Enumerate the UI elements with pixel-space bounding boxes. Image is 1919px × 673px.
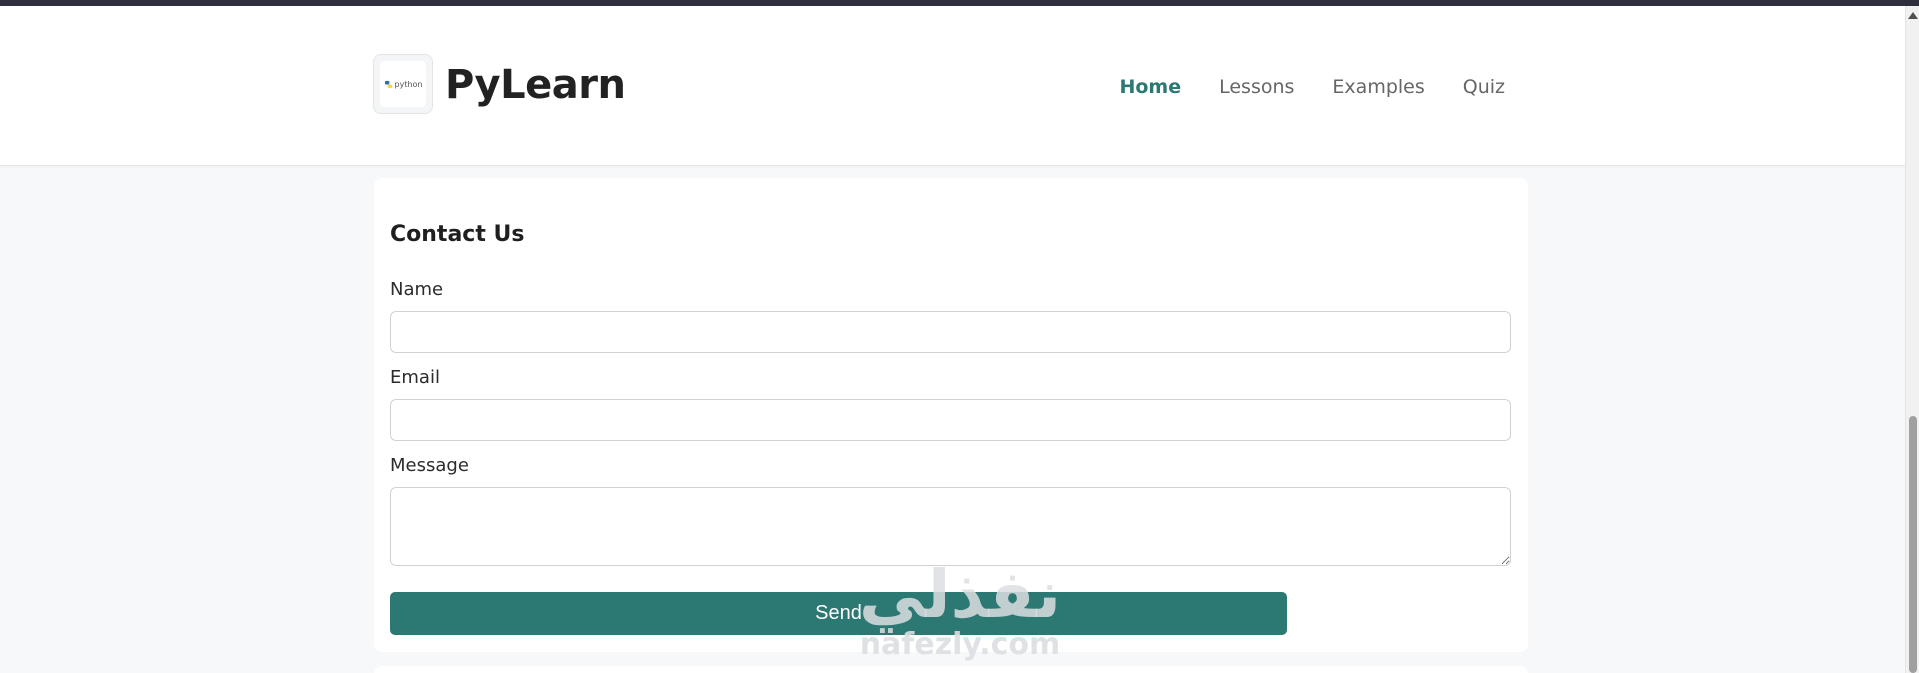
python-snake-icon — [384, 80, 392, 88]
email-input[interactable] — [390, 399, 1511, 441]
scroll-up-arrow-icon[interactable] — [1908, 12, 1918, 19]
nav-quiz[interactable]: Quiz — [1463, 76, 1505, 98]
nav-examples[interactable]: Examples — [1332, 76, 1424, 98]
contact-card: Contact Us Name Email Message Send — [374, 178, 1528, 652]
message-textarea[interactable] — [390, 487, 1511, 566]
site-logo[interactable]: python — [373, 54, 433, 114]
nav-lessons[interactable]: Lessons — [1219, 76, 1294, 98]
main-nav: Home Lessons Examples Quiz — [1119, 76, 1505, 98]
python-logo-icon: python — [380, 61, 426, 107]
send-button[interactable]: Send — [390, 592, 1287, 635]
scroll-thumb[interactable] — [1909, 416, 1917, 673]
contact-title: Contact Us — [390, 222, 525, 247]
brand-title[interactable]: PyLearn — [445, 62, 626, 108]
name-label: Name — [390, 279, 444, 300]
nav-home[interactable]: Home — [1119, 76, 1181, 98]
email-label: Email — [390, 367, 440, 388]
next-card-edge — [374, 666, 1528, 673]
name-input[interactable] — [390, 311, 1511, 353]
logo-text: python — [394, 79, 423, 89]
page-scrollbar[interactable] — [1905, 6, 1919, 673]
site-header: python PyLearn Home Lessons Examples Qui… — [0, 6, 1905, 166]
message-label: Message — [390, 455, 469, 476]
